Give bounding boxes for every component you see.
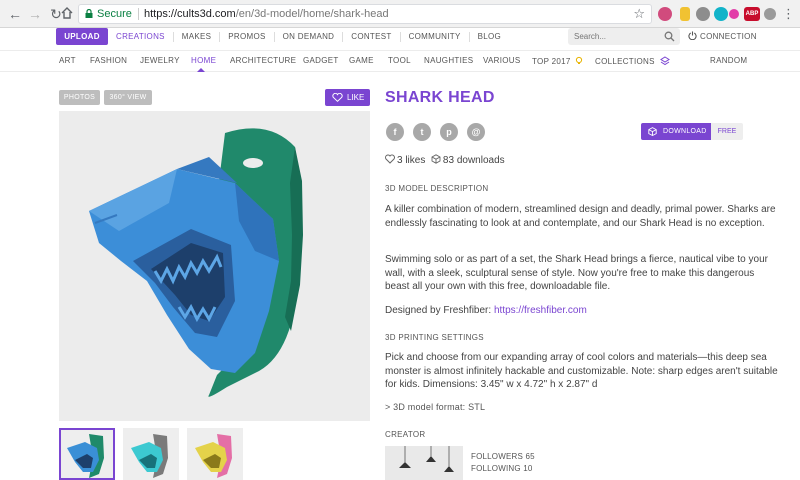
designer-link[interactable]: https://freshfiber.com [494,305,587,316]
category-home[interactable]: HOME [191,56,216,65]
price-badge: FREE [711,123,743,140]
browser-toolbar: ← → ↻ Secure https://cults3d.com/en/3d-m… [0,0,800,28]
extension-icon[interactable] [714,7,728,21]
photos-tab[interactable]: PHOTOS [59,90,100,105]
bookmark-star-icon[interactable]: ☆ [633,5,645,23]
category-collections[interactable]: COLLECTIONS [595,56,671,66]
browser-menu-icon[interactable]: ⋮ [782,5,795,23]
heart-icon [332,93,343,102]
category-gadget[interactable]: GADGET [303,56,339,65]
extension-icon[interactable] [658,7,672,21]
pinterest-share-icon[interactable]: p [440,123,458,141]
cube-icon [648,127,657,136]
likes-count: 3 likes [397,155,426,166]
lock-icon [85,9,93,18]
forward-icon[interactable]: → [26,5,44,23]
followers-count: FOLLOWERS 65 [471,452,535,461]
connection-link[interactable]: CONNECTION [688,30,757,43]
like-button[interactable]: LIKE [325,89,370,106]
url-text: https://cults3d.com/en/3d-model/home/sha… [144,8,389,20]
designer-credit: Designed by Freshfiber: https://freshfib… [385,305,587,316]
category-tool[interactable]: TOOL [388,56,411,65]
search-icon[interactable] [664,31,675,42]
creator-image [399,446,454,472]
upload-button[interactable]: UPLOAD [56,28,108,45]
active-category-indicator [197,68,205,72]
following-count: FOLLOWING 10 [471,464,533,473]
category-bar: ART FASHION JEWELRY HOME ARCHITECTURE GA… [0,50,800,72]
category-various[interactable]: VARIOUS [483,56,521,65]
category-art[interactable]: ART [59,56,76,65]
heart-icon [385,154,395,164]
description-paragraph: Swimming solo or as part of a set, the S… [385,254,768,292]
secure-label: Secure [97,8,132,20]
facebook-share-icon[interactable]: f [386,123,404,141]
nav-blog[interactable]: BLOG [470,32,509,42]
category-game[interactable]: GAME [349,56,374,65]
thumbnail-1[interactable] [59,428,115,480]
extension-icon[interactable] [729,9,739,19]
search-input[interactable] [574,30,654,43]
site-header: UPLOAD CREATIONS MAKES PROMOS ON DEMAND … [0,28,800,47]
model-stats: 3 likes 83 downloads [385,154,505,166]
creator-banner[interactable] [385,446,463,480]
twitter-share-icon[interactable]: t [413,123,431,141]
download-button[interactable]: DOWNLOAD [641,123,711,140]
nav-makes[interactable]: MAKES [174,31,221,42]
shark-head-image [89,128,303,397]
nav-promos[interactable]: PROMOS [220,31,275,42]
cube-icon [431,154,441,164]
adblock-icon[interactable]: ABP [744,7,760,21]
view-360-tab[interactable]: 360° VIEW [104,90,152,105]
category-top-2017[interactable]: TOP 2017 [532,56,584,66]
back-icon[interactable]: ← [6,5,24,23]
main-model-photo[interactable] [59,111,370,421]
category-naughties[interactable]: NAUGHTIES [424,56,473,65]
downloads-count: 83 downloads [442,155,505,166]
shield-extension-icon[interactable] [680,7,690,21]
extension-icon[interactable] [696,7,710,21]
power-icon [688,31,697,40]
main-nav: CREATIONS MAKES PROMOS ON DEMAND CONTEST… [116,28,509,45]
thumbnail-image [67,434,104,478]
search-box [568,28,680,45]
nav-community[interactable]: COMMUNITY [401,31,470,42]
layers-icon [660,56,671,66]
profile-avatar[interactable] [764,8,776,20]
category-fashion[interactable]: FASHION [90,56,127,65]
model-title: SHARK HEAD [385,89,495,106]
description-paragraph: A killer combination of modern, streamli… [385,204,776,229]
thumbnail-2[interactable] [123,428,179,480]
nav-creations[interactable]: CREATIONS [116,31,174,42]
category-architecture[interactable]: ARCHITECTURE [230,56,296,65]
thumbnail-image [131,434,168,478]
nav-on-demand[interactable]: ON DEMAND [275,31,344,42]
lightbulb-icon [576,56,583,64]
email-share-icon[interactable]: @ [467,123,485,141]
category-jewelry[interactable]: JEWELRY [140,56,180,65]
category-random[interactable]: RANDOM [710,56,747,65]
creator-heading: CREATOR [385,430,426,439]
printing-settings-text: Pick and choose from our expanding array… [385,352,778,390]
address-bar[interactable]: Secure https://cults3d.com/en/3d-model/h… [78,4,652,24]
home-icon[interactable] [60,6,74,20]
model-format-toggle[interactable]: > 3D model format: STL [385,402,485,412]
thumbnail-image [195,434,232,478]
printing-settings-heading: 3D PRINTING SETTINGS [385,333,484,342]
description-heading: 3D MODEL DESCRIPTION [385,184,489,193]
thumbnail-3[interactable] [187,428,243,480]
nav-contest[interactable]: CONTEST [343,31,401,42]
